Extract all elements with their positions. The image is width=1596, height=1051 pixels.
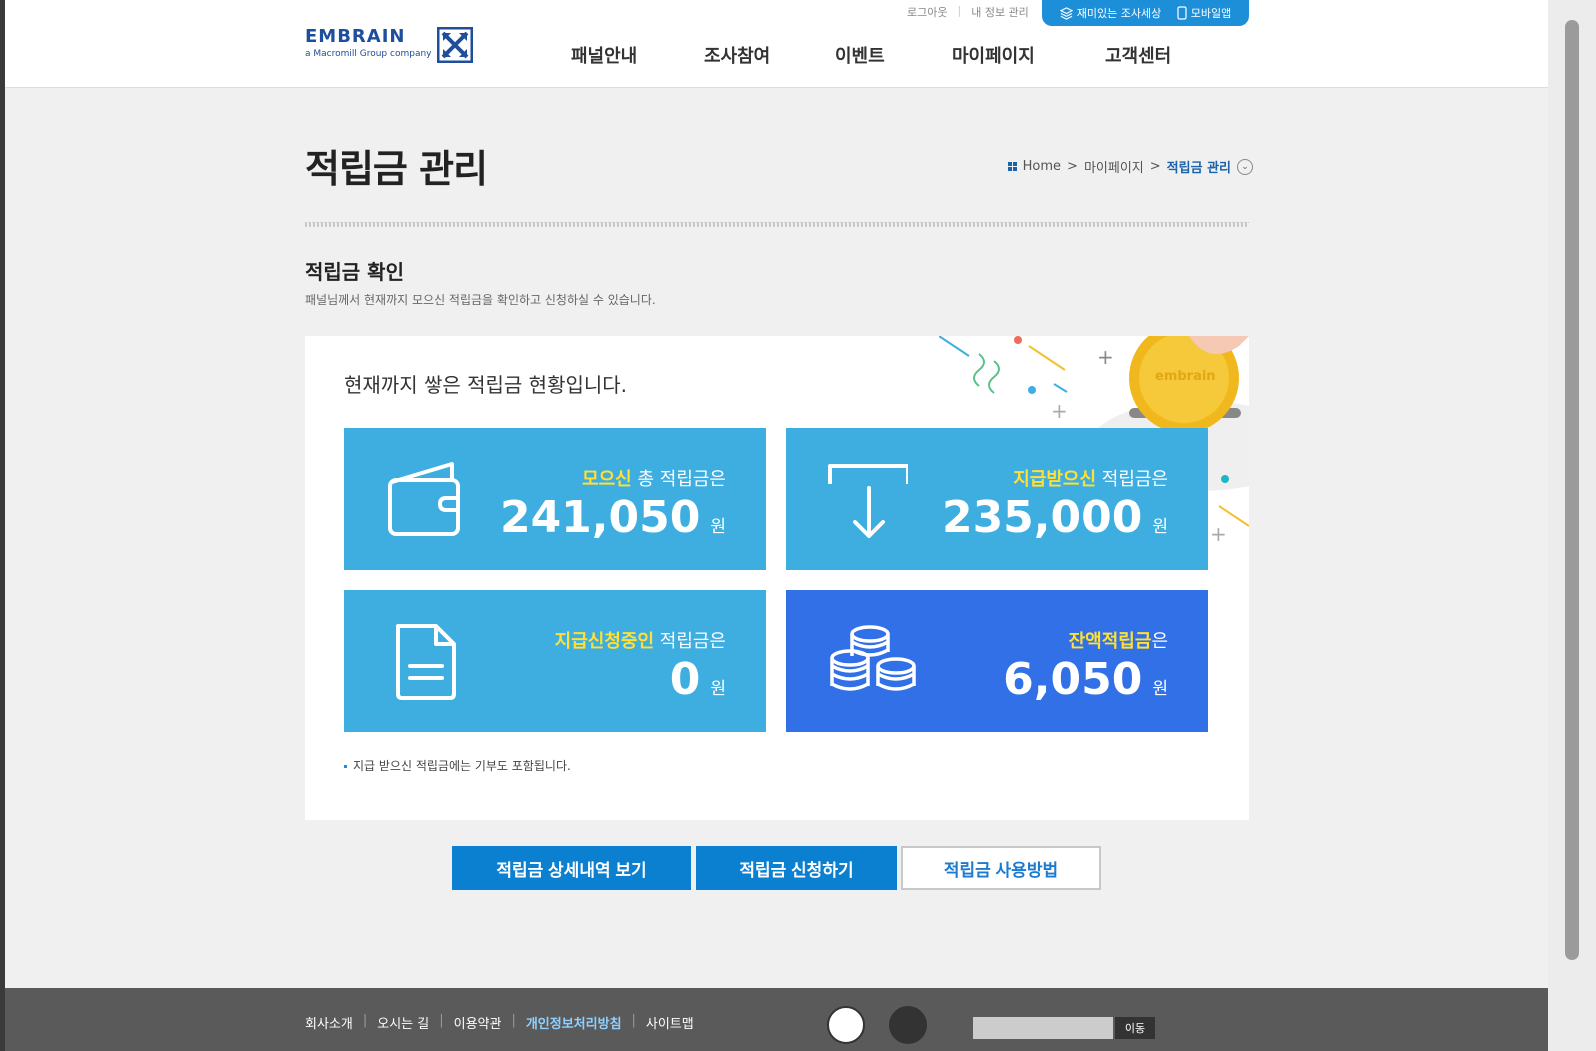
phone-icon (1177, 6, 1187, 20)
document-icon (396, 624, 456, 700)
util-separator: | (957, 4, 962, 17)
points-apply-button[interactable]: 적립금 신청하기 (696, 846, 897, 890)
chevron-down-icon[interactable]: ⌄ (1237, 158, 1253, 175)
layers-icon (1059, 6, 1073, 20)
people-badge-icon (889, 1006, 927, 1044)
embrain-logo-mark-icon (437, 27, 473, 63)
coin-text: embrain (1155, 369, 1216, 384)
balance-points-label: 잔액적립금은 (1069, 627, 1168, 653)
footer-directions-link[interactable]: 오시는 길 (377, 1013, 429, 1032)
page-title: 적립금 관리 (305, 147, 488, 191)
balance-points-tile: 잔액적립금은 6,050 원 (786, 590, 1208, 732)
points-summary-card: + + embrain + 현재까지 쌓은 적립금 현황입니다. 모으신 총 적… (305, 336, 1249, 820)
icr-seal-icon (827, 1006, 865, 1044)
breadcrumb: Home > 마이페이지 > 적립금 관리 ⌄ (1007, 157, 1253, 176)
browser-viewport: EMBRAIN a Macromill Group company 로그아웃 |… (5, 0, 1548, 1051)
breadcrumb-current: 적립금 관리 (1166, 161, 1231, 176)
footer-links: 회사소개 | 오시는 길 | 이용약관 | 개인정보처리방침 | 사이트맵 (305, 1013, 694, 1032)
footer-sitemap-link[interactable]: 사이트맵 (646, 1013, 694, 1032)
pending-points-amount: 0 (669, 654, 701, 705)
paid-points-unit: 원 (1152, 517, 1168, 537)
footer-privacy-link[interactable]: 개인정보처리방침 (526, 1013, 622, 1032)
title-divider (305, 222, 1249, 227)
section-description: 패널님께서 현재까지 모으신 적립금을 확인하고 신청하실 수 있습니다. (305, 293, 656, 307)
nav-survey[interactable]: 조사참여 (704, 42, 835, 68)
breadcrumb-separator: > (1149, 159, 1161, 174)
site-footer: 회사소개 | 오시는 길 | 이용약관 | 개인정보처리방침 | 사이트맵 이동 (5, 988, 1548, 1051)
footer-separator: | (631, 1013, 636, 1028)
logout-link[interactable]: 로그아웃 (907, 4, 947, 20)
paid-points-label: 지급받으신 적립금은 (1013, 465, 1168, 491)
family-site-select[interactable] (973, 1017, 1113, 1039)
balance-points-amount-row: 6,050 원 (1003, 654, 1168, 705)
total-points-amount-row: 241,050 원 (500, 492, 726, 543)
fun-survey-label: 재미있는 조사세상 (1076, 7, 1162, 20)
utility-links: 로그아웃 | 내 정보 관리 (907, 4, 1029, 20)
breadcrumb-mypage[interactable]: 마이페이지 (1084, 157, 1144, 176)
breadcrumb-separator: > (1067, 159, 1078, 174)
vertical-scrollbar[interactable] (1548, 0, 1596, 1051)
footer-separator: | (511, 1013, 516, 1028)
main-nav: 패널안내 조사참여 이벤트 마이페이지 고객센터 (571, 42, 1185, 68)
total-points-highlight: 모으신 (582, 469, 632, 490)
svg-text:+: + (1210, 522, 1227, 546)
app-links-bar: 재미있는 조사세상 모바일앱 (1042, 0, 1249, 26)
balance-points-label-rest: 은 (1151, 631, 1168, 652)
svg-text:+: + (1051, 399, 1068, 423)
nav-event[interactable]: 이벤트 (835, 42, 952, 68)
arrow-down-tray-icon (828, 464, 908, 538)
total-points-unit: 원 (710, 517, 726, 537)
fun-survey-link[interactable]: 재미있는 조사세상 (1059, 5, 1162, 21)
footer-company-link[interactable]: 회사소개 (305, 1013, 353, 1032)
wallet-icon (388, 462, 460, 536)
scrollbar-thumb[interactable] (1565, 20, 1579, 960)
paid-points-amount-row: 235,000 원 (942, 492, 1168, 543)
donation-note: 지급 받으신 적립금에는 기부도 포함됩니다. (344, 757, 571, 774)
pending-points-unit: 원 (710, 679, 726, 699)
footer-terms-link[interactable]: 이용약관 (454, 1013, 502, 1032)
total-points-label-rest: 총 적립금은 (631, 469, 726, 490)
mobile-app-link[interactable]: 모바일앱 (1177, 5, 1231, 21)
pending-points-amount-row: 0원 (670, 654, 726, 705)
balance-points-highlight: 잔액적립금 (1068, 631, 1152, 652)
pending-points-highlight: 지급신청중인 (554, 631, 655, 652)
paid-points-tile: 지급받으신 적립금은 235,000 원 (786, 428, 1208, 570)
coins-icon (830, 625, 916, 691)
footer-separator: | (439, 1013, 444, 1028)
logo-subtitle: a Macromill Group company (305, 49, 432, 59)
svg-text:+: + (1097, 345, 1114, 369)
nav-panel-guide[interactable]: 패널안내 (571, 42, 704, 68)
paid-points-label-rest: 적립금은 (1096, 469, 1168, 490)
total-points-tile: 모으신 총 적립금은 241,050 원 (344, 428, 766, 570)
section-title: 적립금 확인 (305, 260, 404, 284)
points-detail-button[interactable]: 적립금 상세내역 보기 (452, 846, 691, 890)
home-grid-icon (1007, 162, 1017, 171)
points-howto-button[interactable]: 적립금 사용방법 (901, 846, 1101, 890)
nav-customer-center[interactable]: 고객센터 (1105, 42, 1185, 68)
balance-points-unit: 원 (1152, 679, 1168, 699)
paid-points-highlight: 지급받으신 (1013, 469, 1097, 490)
family-site-go-button[interactable]: 이동 (1115, 1017, 1155, 1039)
total-points-amount: 241,050 (499, 492, 701, 543)
total-points-label: 모으신 총 적립금은 (582, 465, 726, 491)
site-header: EMBRAIN a Macromill Group company 로그아웃 |… (5, 0, 1548, 88)
embrain-logo[interactable]: EMBRAIN a Macromill Group company (305, 26, 431, 59)
pending-points-label-rest: 적립금은 (654, 631, 726, 652)
nav-mypage[interactable]: 마이페이지 (952, 42, 1105, 68)
balance-points-amount: 6,050 (1003, 654, 1143, 705)
my-info-link[interactable]: 내 정보 관리 (971, 4, 1029, 20)
breadcrumb-home[interactable]: Home (1023, 159, 1061, 174)
footer-separator: | (362, 1013, 368, 1028)
paid-points-amount: 235,000 (941, 492, 1143, 543)
pending-points-tile: 지급신청중인 적립금은 0원 (344, 590, 766, 732)
logo-wordmark: EMBRAIN (305, 26, 406, 47)
pending-points-label: 지급신청중인 적립금은 (555, 627, 726, 653)
card-heading: 현재까지 쌓은 적립금 현황입니다. (344, 373, 628, 397)
mobile-app-label: 모바일앱 (1190, 7, 1232, 20)
